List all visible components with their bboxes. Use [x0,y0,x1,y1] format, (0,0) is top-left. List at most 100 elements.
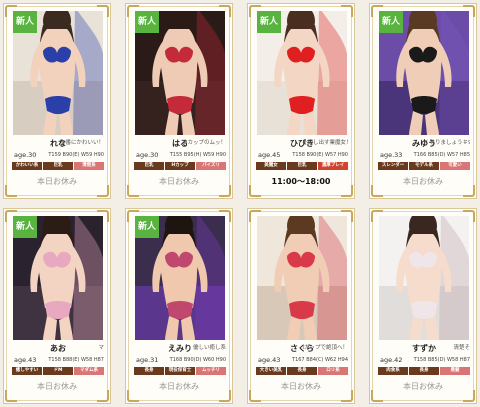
age-row: age.43 T167 B84(C) W62 H94 [256,356,348,365]
photo-illustration [257,216,347,340]
age-row: age.30 T155 B95(H) W59 H90 [134,151,226,160]
cast-age: age.42 [380,356,403,364]
cast-tag: 濃厚プレイ [318,162,348,170]
cast-tag: スレンダー [378,162,408,170]
name-row: はる Hカップのムッ！ [134,138,226,149]
cast-age: age.43 [258,356,281,364]
new-badge: 新人 [135,11,159,33]
cast-measurements: T158 B88(E) W58 H87 [48,357,104,363]
cast-tag: モデル系 [409,162,439,170]
age-row: age.33 T166 B85(D) W57 H85 [378,151,470,160]
cast-measurements: T158 B90(E) W57 H90 [292,152,348,158]
cast-tag: 巨乳 [43,162,73,170]
cast-measurements: T159 B90(E) W59 H90 [48,152,104,158]
cast-catchphrase: マ [98,345,104,351]
cast-tag: パイズリ [196,162,226,170]
age-row: age.43 T158 B88(E) W58 H87 [12,356,104,365]
cast-catchphrase: Iカップで絶頂へ！ [302,345,348,351]
cast-measurements: T167 B84(C) W62 H94 [292,357,348,363]
tag-list: 長身 現役保育士 ムッチリ [134,367,226,375]
cast-tag: 大きい美乳 [256,367,286,375]
tag-list: 大きい美乳 長身 ロリ系 [256,367,348,375]
cast-photo[interactable]: 新人 [135,11,225,135]
cast-photo[interactable]: 新人 [13,216,103,340]
cast-card[interactable]: さくら Iカップで絶頂へ！ age.43 T167 B84(C) W62 H94… [247,208,355,404]
cast-photo[interactable]: 新人 [13,11,103,135]
cast-card[interactable]: 新人 はる Hカップのムッ！ age.30 T155 B95(H) W59 H9… [125,3,233,199]
cast-tag: 癒しやすい [12,367,42,375]
cast-card[interactable]: 新人 みゆう くなりましょう＃902 age.33 T166 B85(D) W5… [369,3,477,199]
schedule-status: 本日お休み [37,177,77,186]
new-badge: 新人 [13,216,37,238]
cast-name[interactable]: あお [12,343,104,354]
tag-list: 肉食系 長身 黒髪 [378,367,470,375]
cast-card[interactable]: 新人 ひびき を探し出す業魔女！ age.45 T158 B90(E) W57 … [247,3,355,199]
schedule-status: 本日お休み [159,382,199,391]
cast-tag: マダム系 [74,367,104,375]
cast-photo[interactable] [257,216,347,340]
cast-catchphrase: 清楚そ [453,345,470,351]
cast-tag: かわいい系 [12,162,42,170]
name-row: すずか 清楚そ [378,343,470,354]
name-row: みゆう くなりましょう＃902 [378,138,470,149]
cast-photo[interactable]: 新人 [257,11,347,135]
photo-illustration [379,216,469,340]
cast-catchphrase: Hカップのムッ！ [183,140,226,146]
new-badge: 新人 [257,11,281,33]
schedule-status: 本日お休み [281,382,321,391]
cast-tag: 現役保育士 [165,367,195,375]
cast-age: age.43 [14,356,37,364]
cast-tag: 肉食系 [378,367,408,375]
age-row: age.31 T168 B90(D) W60 H90 [134,356,226,365]
tag-list: スレンダー モデル系 可愛い [378,162,470,170]
name-row: ひびき を探し出す業魔女！ [256,138,348,149]
cast-card[interactable]: 新人 れな 本番にかわいい！ age.30 T159 B90(E) W59 H9… [3,3,111,199]
cast-catchphrase: 優しい癒し系 [192,345,226,351]
new-badge: 新人 [135,216,159,238]
cast-tag: 長身 [409,367,439,375]
name-row: れな 本番にかわいい！ [12,138,104,149]
cast-tag: 清楚系 [74,162,104,170]
cast-tag: 黒髪 [440,367,470,375]
schedule-status: 本日お休み [37,382,77,391]
cast-catchphrase: を探し出す業魔女！ [302,140,348,146]
cast-measurements: T158 B85(D) W58 H87 [413,357,470,363]
cast-card[interactable]: 新人 えみり 優しい癒し系 age.31 T168 B90(D) W60 H90… [125,208,233,404]
cast-tag: ムッチリ [196,367,226,375]
cast-tag: 巨乳 [134,162,164,170]
cast-photo[interactable]: 新人 [135,216,225,340]
name-row: あお マ [12,343,104,354]
cast-age: age.45 [258,151,281,159]
age-row: age.45 T158 B90(E) W57 H90 [256,151,348,160]
cast-grid: 新人 れな 本番にかわいい！ age.30 T159 B90(E) W59 H9… [0,0,480,407]
cast-age: age.30 [136,151,159,159]
cast-tag: Hカップ [165,162,195,170]
tag-list: かわいい系 巨乳 清楚系 [12,162,104,170]
cast-age: age.30 [14,151,37,159]
name-row: えみり 優しい癒し系 [134,343,226,354]
cast-tag: ロリ系 [318,367,348,375]
cast-catchphrase: 本番にかわいい！ [59,140,104,146]
cast-measurements: T166 B85(D) W57 H85 [413,152,470,158]
schedule-status: 本日お休み [403,382,443,391]
new-badge: 新人 [13,11,37,33]
cast-tag: 長身 [287,367,317,375]
tag-list: 癒しやすい ドM マダム系 [12,367,104,375]
cast-card[interactable]: 新人 あお マ age.43 T158 B88(E) W58 H87 癒しやすい… [3,208,111,404]
age-row: age.30 T159 B90(E) W59 H90 [12,151,104,160]
tag-list: 巨乳 Hカップ パイズリ [134,162,226,170]
cast-card[interactable]: すずか 清楚そ age.42 T158 B85(D) W58 H87 肉食系 長身… [369,208,477,404]
schedule-status: 11:00～18:00 [271,177,331,186]
cast-photo[interactable]: 新人 [379,11,469,135]
cast-tag: 巨乳 [287,162,317,170]
cast-measurements: T168 B90(D) W60 H90 [169,357,226,363]
cast-photo[interactable] [379,216,469,340]
cast-tag: 可愛い [440,162,470,170]
cast-tag: 美魔女 [256,162,286,170]
name-row: さくら Iカップで絶頂へ！ [256,343,348,354]
schedule-status: 本日お休み [159,177,199,186]
cast-measurements: T155 B95(H) W59 H90 [169,152,226,158]
new-badge: 新人 [379,11,403,33]
cast-catchphrase: くなりましょう＃902 [424,140,470,146]
cast-age: age.31 [136,356,159,364]
